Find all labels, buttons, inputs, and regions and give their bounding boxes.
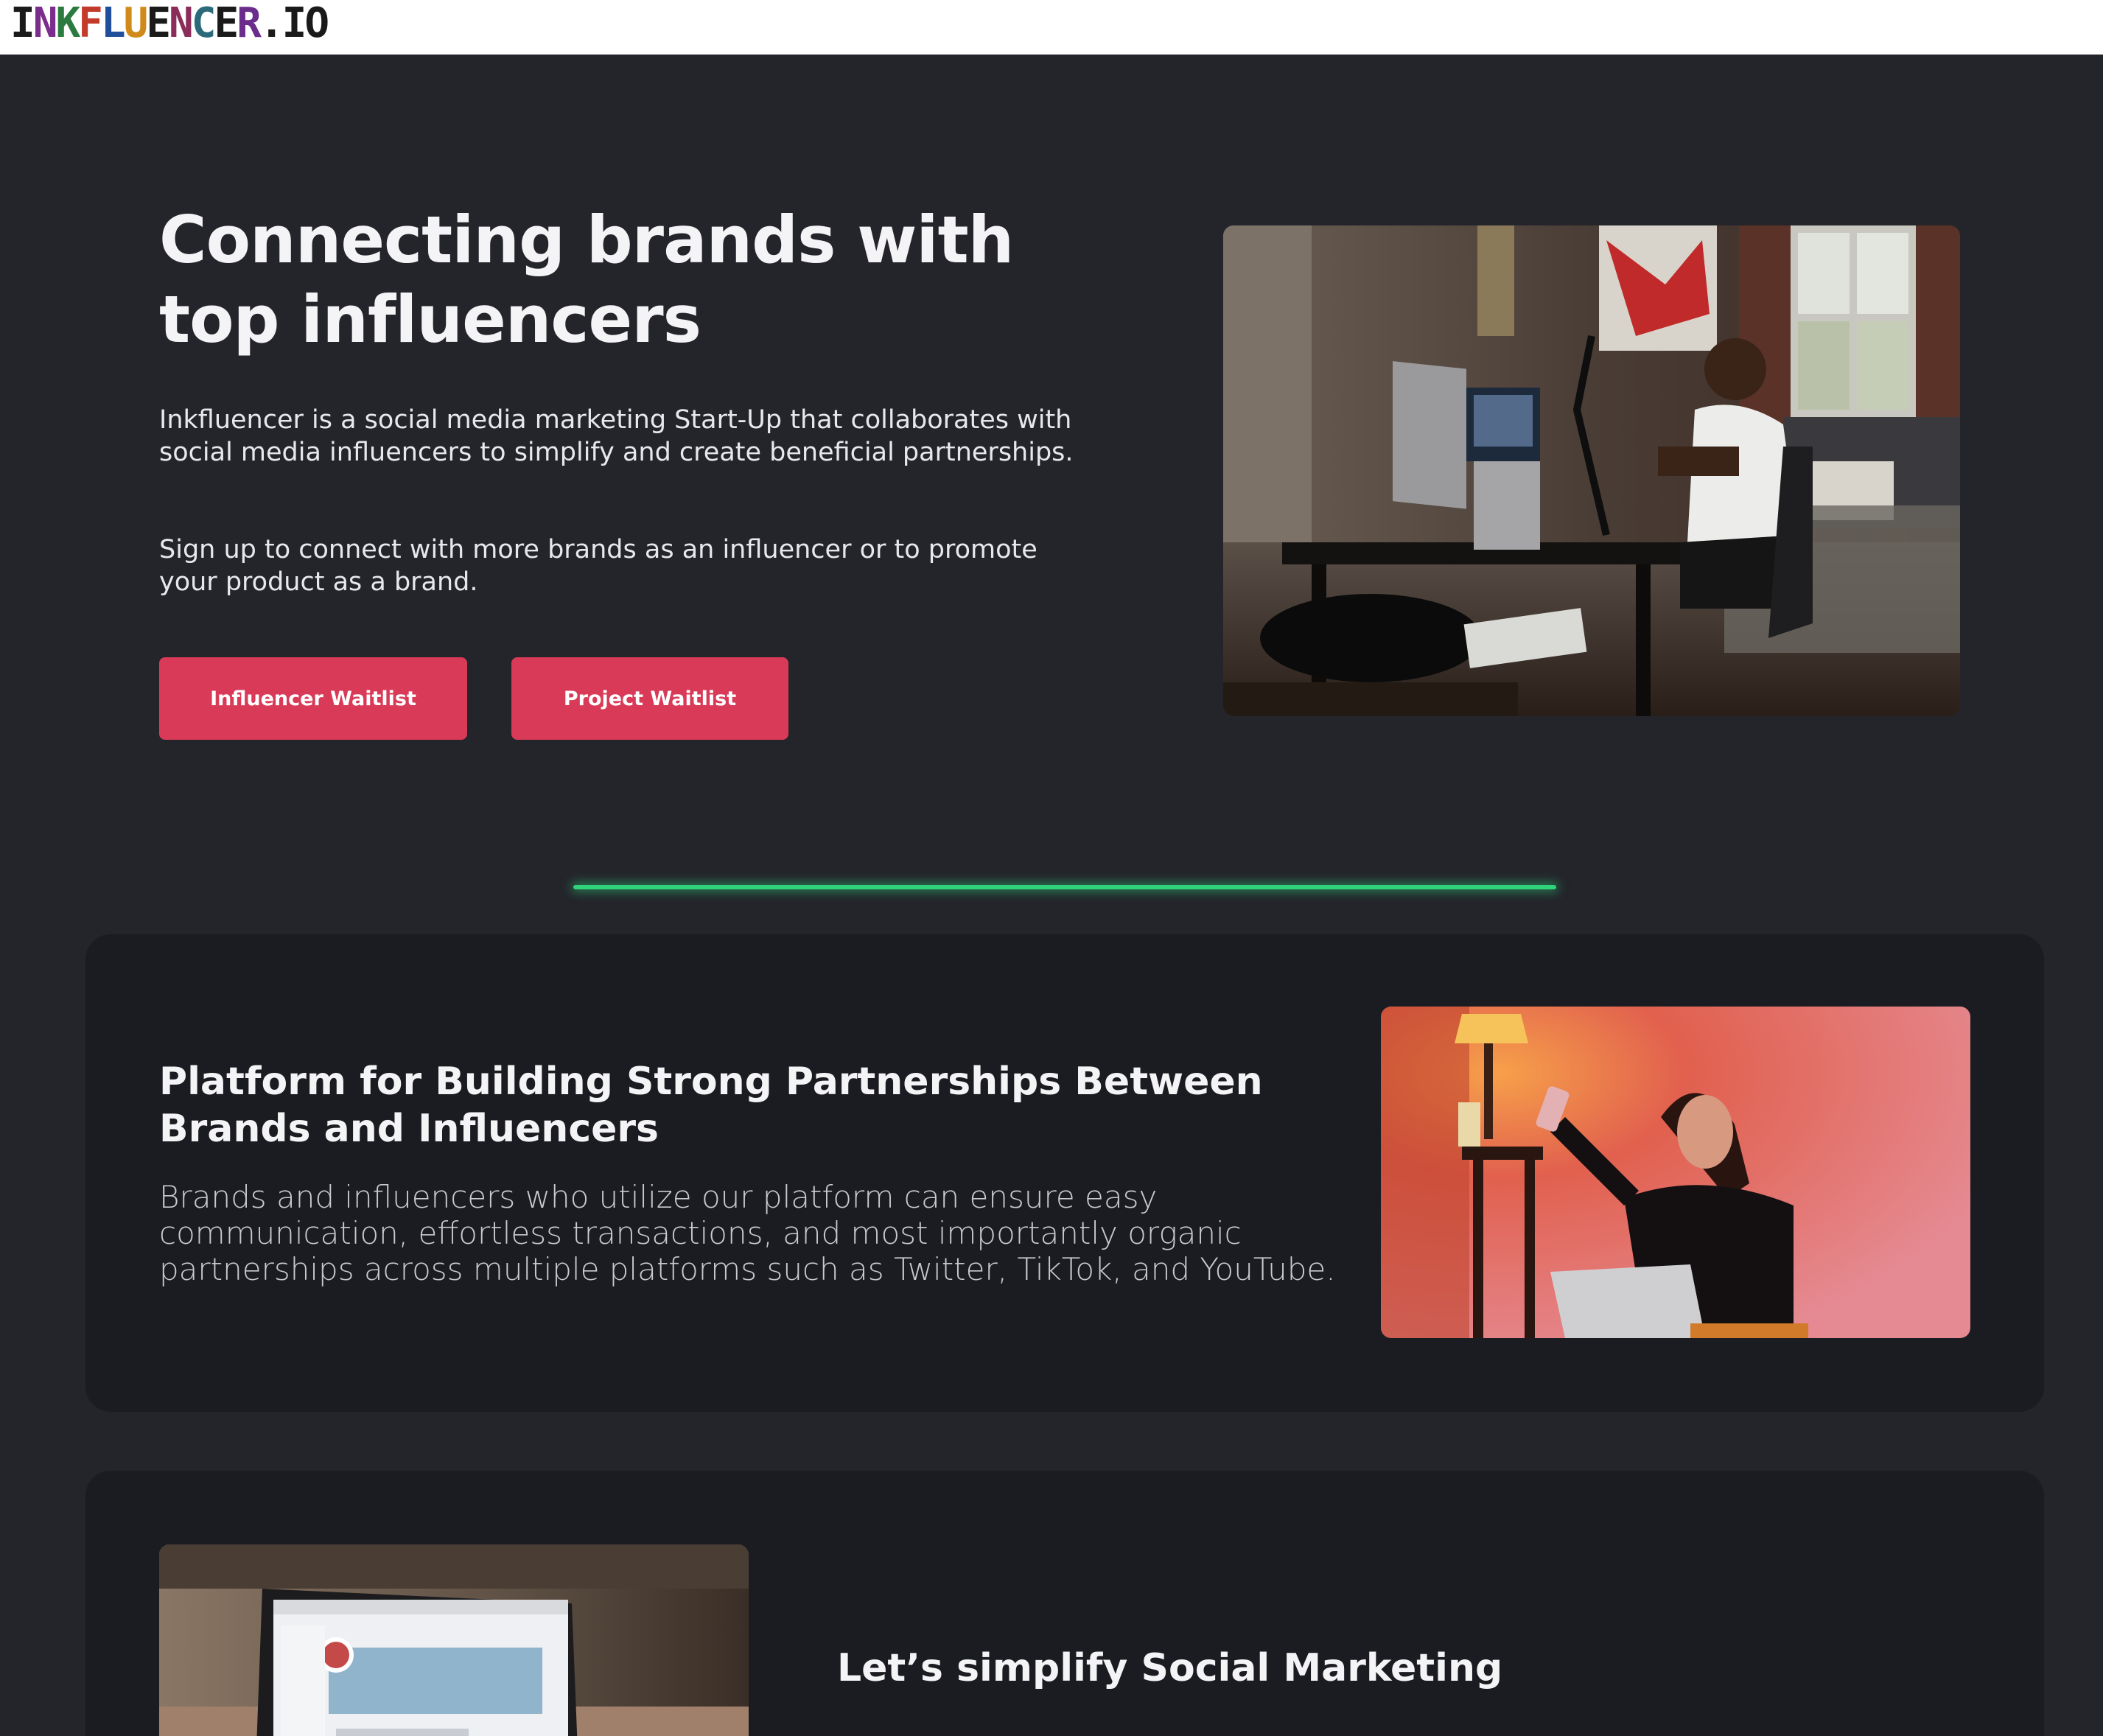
influencer-selfie-photo bbox=[1381, 1007, 1970, 1338]
hero-title: Connecting brands with top influencers bbox=[159, 202, 1014, 357]
project-waitlist-button[interactable]: Project Waitlist bbox=[511, 657, 788, 740]
feature-title: Let’s simplify Social Marketing bbox=[837, 1646, 1503, 1690]
feature-description: Brands and influencers who utilize our p… bbox=[159, 1179, 1336, 1287]
logo[interactable]: INKFLUENCER.IO bbox=[10, 0, 329, 47]
feature-title: Platform for Building Strong Partnership… bbox=[159, 1060, 1263, 1151]
feature-card-partnerships: Platform for Building Strong Partnership… bbox=[85, 934, 2044, 1412]
feature-card-social-marketing: Let’s simplify Social Marketing bbox=[85, 1471, 2044, 1736]
influencer-waitlist-button[interactable]: Influencer Waitlist bbox=[159, 657, 467, 740]
laptop-social-feed-photo bbox=[159, 1544, 749, 1736]
section-divider bbox=[573, 885, 1556, 889]
top-bar: INKFLUENCER.IO bbox=[0, 0, 2103, 55]
creator-at-desk-photo bbox=[1223, 225, 1960, 716]
hero-signup-text: Sign up to connect with more brands as a… bbox=[159, 535, 1037, 597]
hero-description: Inkfluencer is a social media marketing … bbox=[159, 405, 1074, 467]
